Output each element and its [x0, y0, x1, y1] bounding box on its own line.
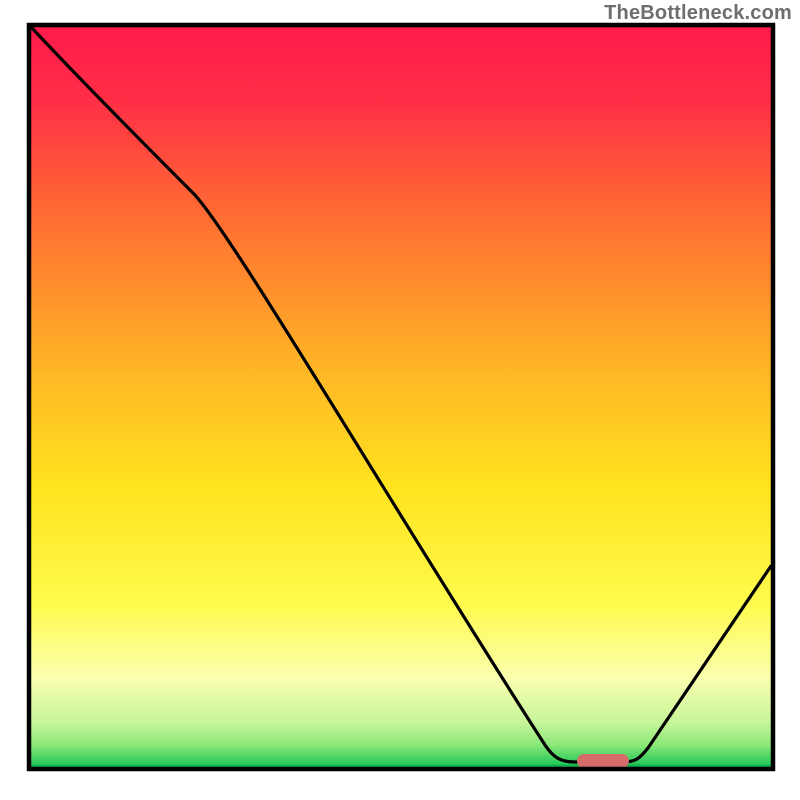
chart-container: TheBottleneck.com	[0, 0, 800, 800]
watermark-text: TheBottleneck.com	[604, 2, 792, 25]
chart-svg	[0, 0, 800, 800]
target-range-marker	[577, 754, 629, 768]
plot-background	[31, 27, 771, 767]
